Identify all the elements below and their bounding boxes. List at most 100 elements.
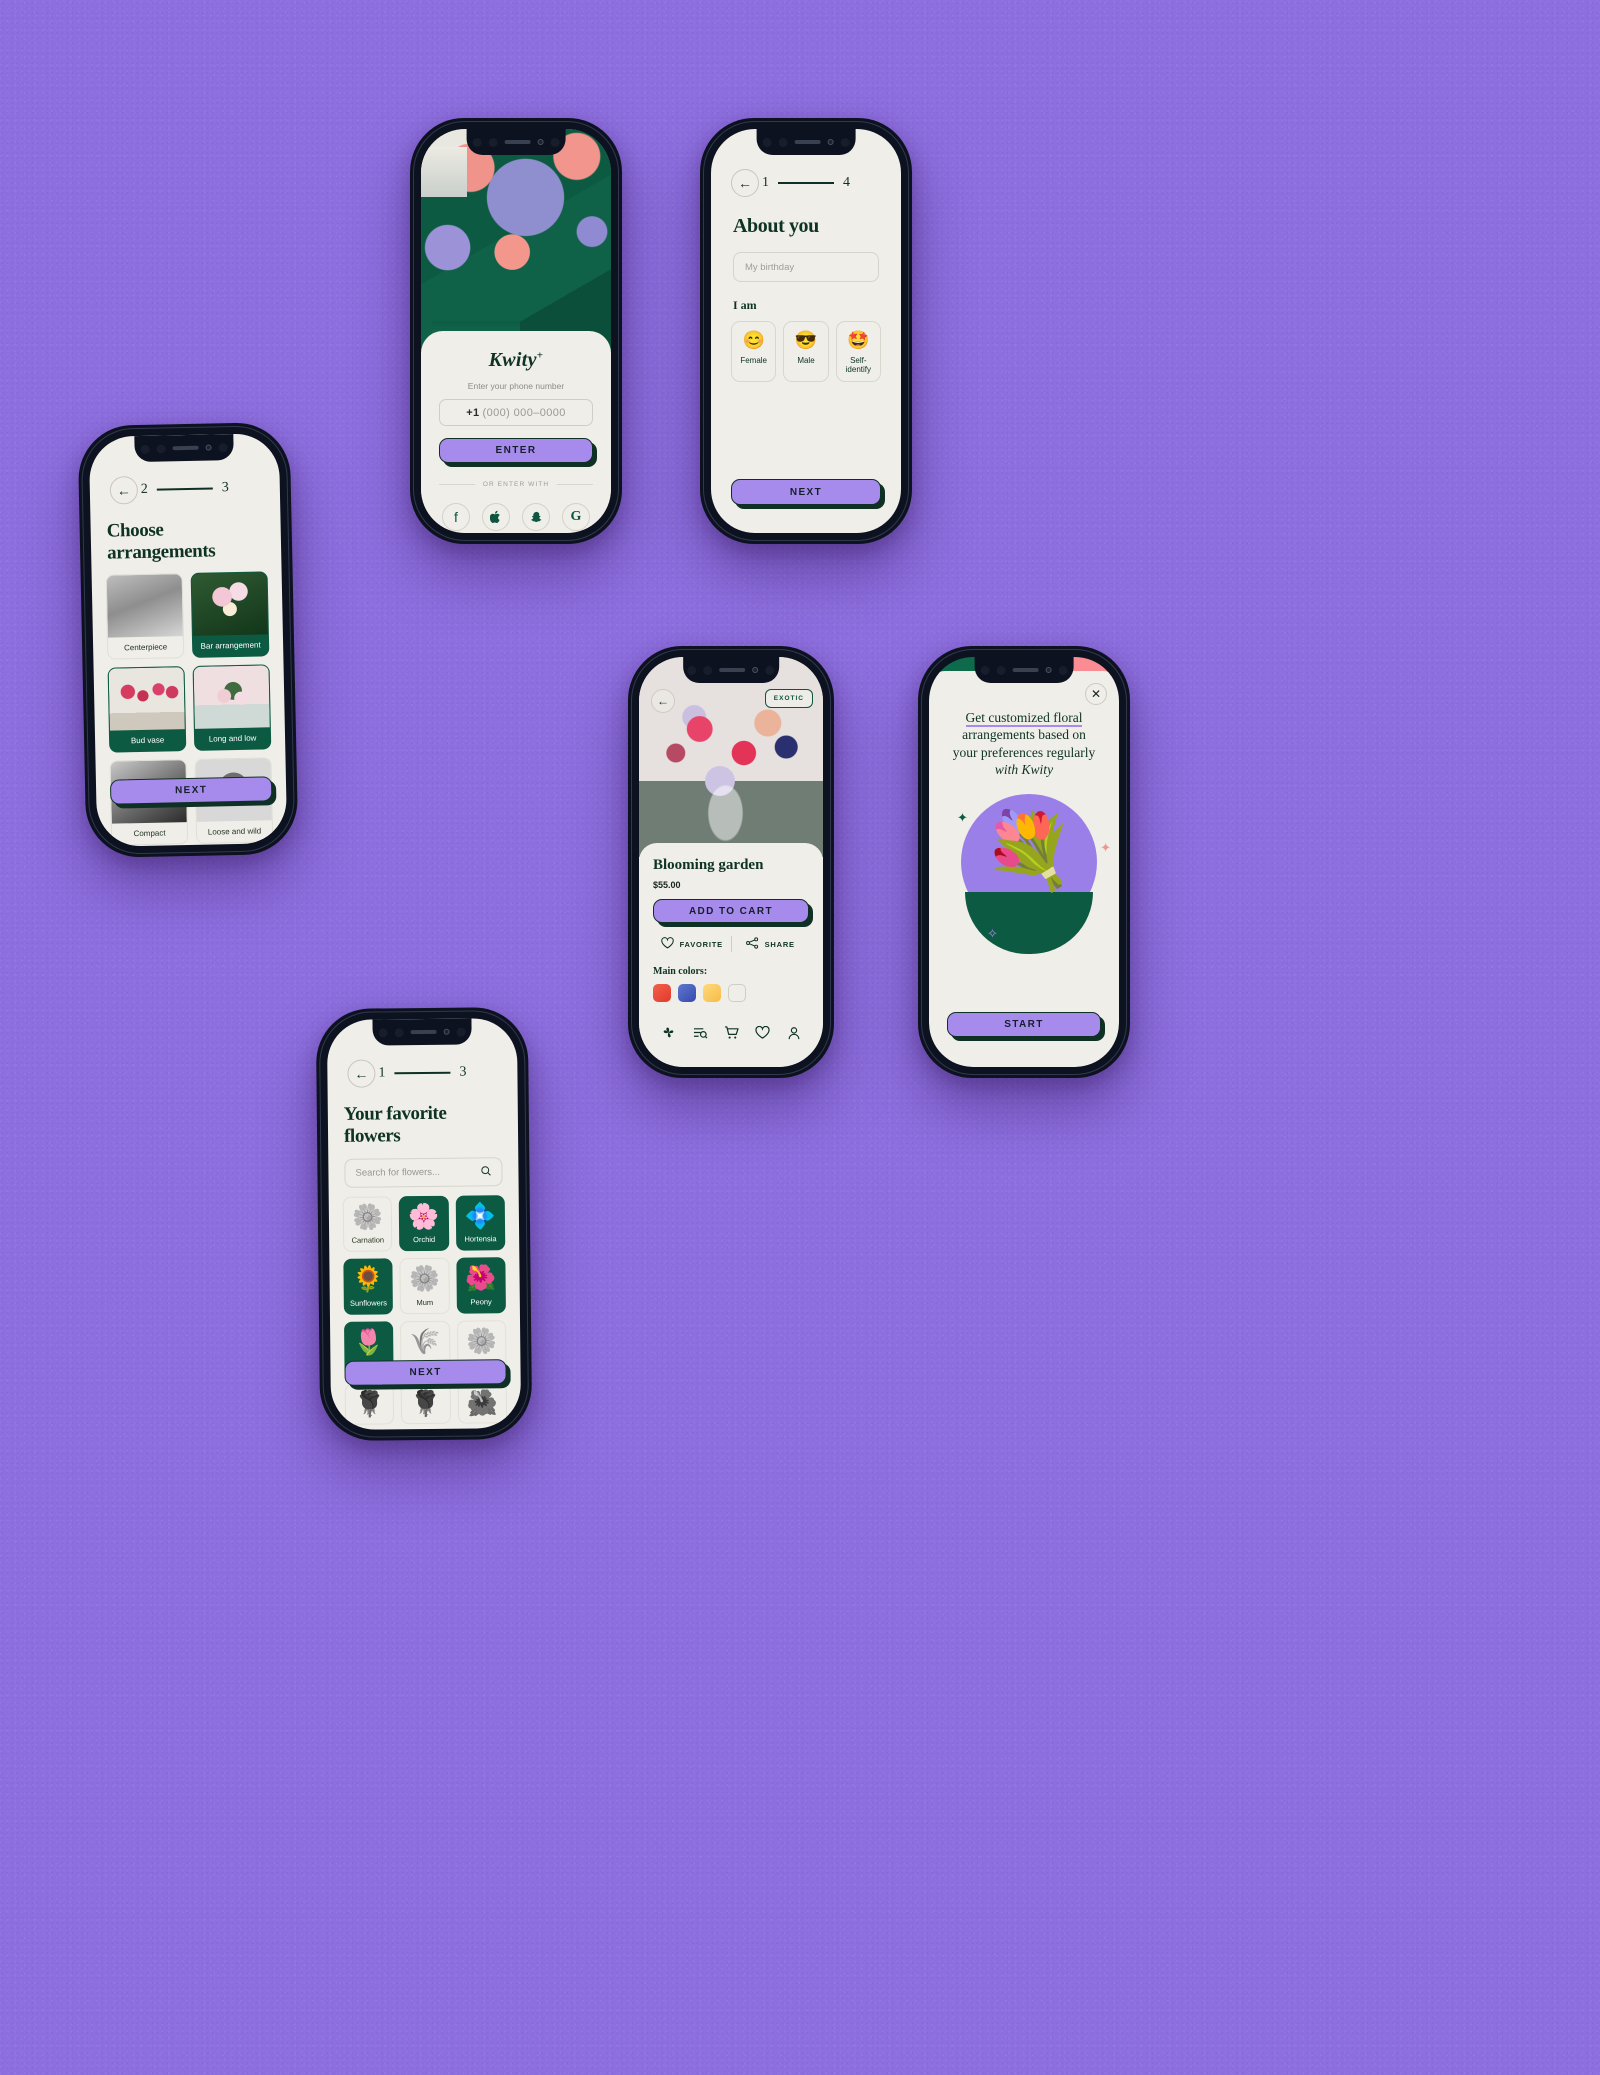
flower-card-carnation[interactable]: 🌼 Carnation [342, 1196, 393, 1253]
phone-about-you: ← 1 4 About you My birthday I am 😊 Femal… [700, 118, 912, 544]
arrangements-next-wrap: NEXT [109, 776, 273, 805]
phone-login: Kwity+ Enter your phone number +1 (000) … [410, 118, 622, 544]
bottom-nav [639, 1025, 823, 1045]
back-arrow-icon[interactable]: ← [651, 689, 675, 713]
arrangements-screen: ← 2 3 Choose arrangements Centerpiece Ba… [88, 433, 288, 847]
heart-icon [660, 937, 674, 951]
gender-option-female[interactable]: 😊 Female [731, 321, 777, 382]
gender-label-male: Male [797, 356, 815, 365]
notch-sensor-3 [550, 137, 560, 147]
speaker-grill [172, 445, 199, 451]
notch-sensor [140, 444, 150, 454]
notch-sensor [378, 1027, 388, 1037]
speaker-grill [410, 1029, 437, 1035]
page-title: Choose arrangements [106, 519, 216, 564]
gender-option-self-identify[interactable]: 🤩 Self-identify [835, 321, 881, 382]
flower-image: 🌺 [466, 1388, 498, 1418]
next-button[interactable]: NEXT [109, 776, 273, 805]
snapchat-icon[interactable] [522, 503, 550, 531]
swatch-red[interactable] [653, 984, 671, 1002]
search-input[interactable]: Search for flowers... [344, 1157, 503, 1188]
back-arrow-icon[interactable]: ← [109, 476, 139, 505]
flower-card-row4-3[interactable]: 🌺 [457, 1381, 508, 1424]
flower-card-peony[interactable]: 🌺 Peony [456, 1257, 506, 1314]
flower-card-row4-2[interactable]: 🌹 [400, 1382, 451, 1425]
close-icon[interactable]: ✕ [1085, 683, 1107, 705]
notch-sensor [687, 665, 697, 675]
arrangement-card-centerpiece[interactable]: Centerpiece [105, 573, 185, 660]
facebook-icon[interactable]: f [442, 503, 470, 531]
flower-image: 🌹 [353, 1390, 386, 1419]
brand-logo: Kwity+ [488, 349, 544, 371]
next-button[interactable]: NEXT [731, 479, 881, 505]
next-button[interactable]: NEXT [344, 1359, 507, 1386]
add-to-cart-button[interactable]: ADD TO CART [653, 899, 809, 923]
google-icon[interactable]: G [562, 503, 590, 531]
arrangement-label: Centerpiece [123, 642, 168, 653]
heart-icon[interactable] [755, 1025, 770, 1044]
swatch-blue[interactable] [678, 984, 696, 1002]
headline-line-3: your preferences regularly [952, 744, 1096, 760]
notch-sensor-3 [765, 665, 775, 675]
arrangement-label: Bud vase [130, 735, 165, 746]
speaker-grill [504, 140, 531, 144]
search-list-icon[interactable] [693, 1026, 708, 1045]
notch-sensor-2 [996, 665, 1006, 675]
step-total: 3 [221, 480, 229, 496]
flower-label: Sunflowers [349, 1297, 388, 1308]
arrangement-card-long-and-low[interactable]: Long and low [192, 664, 272, 751]
phone-input[interactable]: +1 (000) 000–0000 [439, 399, 593, 426]
smiling-face-icon: 😊 [742, 330, 765, 350]
profile-icon[interactable] [787, 1026, 801, 1045]
notch-sensor-2 [778, 137, 788, 147]
color-swatches [653, 984, 809, 1002]
speaker-grill [719, 668, 746, 672]
notch-sensor [980, 665, 990, 675]
share-button[interactable]: SHARE [732, 937, 810, 951]
step-indicator: 1 3 [378, 1065, 466, 1082]
flower-card-mum[interactable]: 🌼 Mum [399, 1257, 450, 1314]
main-colors-label: Main colors: [653, 966, 708, 977]
sunglasses-face-icon: 😎 [794, 330, 818, 350]
apple-icon[interactable] [482, 503, 510, 531]
speaker-grill [794, 140, 821, 144]
flower-card-hortensia[interactable]: 💠 Hortensia [455, 1195, 506, 1251]
swatch-yellow[interactable] [703, 984, 721, 1002]
start-button[interactable]: START [947, 1012, 1101, 1037]
front-camera-icon [205, 444, 212, 451]
arrangement-card-bud-vase[interactable]: Bud vase [107, 666, 187, 753]
bouquet-image: 💐 [982, 809, 1076, 893]
birthday-input[interactable]: My birthday [733, 252, 879, 282]
enter-button[interactable]: ENTER [439, 438, 593, 463]
share-icon [745, 937, 759, 951]
login-screen: Kwity+ Enter your phone number +1 (000) … [421, 129, 611, 533]
flower-grid: 🌼 Carnation 🌸 Orchid 💠 Hortensia 🌻 Sunfl… [342, 1195, 508, 1425]
favorite-button[interactable]: FAVORITE [653, 937, 731, 951]
cart-icon[interactable] [724, 1025, 739, 1045]
flower-card-sunflowers[interactable]: 🌻 Sunflowers [343, 1258, 394, 1315]
notch-sensor-2 [394, 1027, 404, 1037]
green-leaf-shape [965, 892, 1093, 955]
about-screen: ← 1 4 About you My birthday I am 😊 Femal… [711, 129, 901, 533]
or-divider: OR ENTER WITH [439, 481, 593, 488]
product-price: $55.00 [653, 880, 681, 890]
star-icon-1: ✦ [957, 810, 968, 826]
search-icon[interactable] [480, 1165, 491, 1179]
flower-image: 🌸 [408, 1202, 440, 1232]
gender-group-label: I am [733, 298, 757, 312]
hero-shape-1 [421, 147, 467, 198]
star-struck-face-icon: 🤩 [847, 330, 870, 350]
back-arrow-icon[interactable]: ← [731, 169, 759, 197]
step-current: 1 [762, 175, 769, 190]
notch-sensor-3 [218, 442, 228, 452]
arrangement-card-bar-arrangement[interactable]: Bar arrangement [190, 571, 270, 658]
notch-sensor [472, 137, 482, 147]
flower-card-orchid[interactable]: 🌸 Orchid [399, 1195, 449, 1252]
back-arrow-icon[interactable]: ← [347, 1059, 376, 1088]
phone-product-detail: ← EXOTIC Blooming garden $55.00 ADD TO C… [628, 646, 834, 1078]
flower-home-icon[interactable] [661, 1025, 676, 1045]
gender-option-male[interactable]: 😎 Male [783, 321, 829, 382]
notch [372, 1018, 472, 1046]
swatch-white[interactable] [728, 984, 746, 1002]
flower-card-row4-1[interactable]: 🌹 [344, 1383, 395, 1425]
